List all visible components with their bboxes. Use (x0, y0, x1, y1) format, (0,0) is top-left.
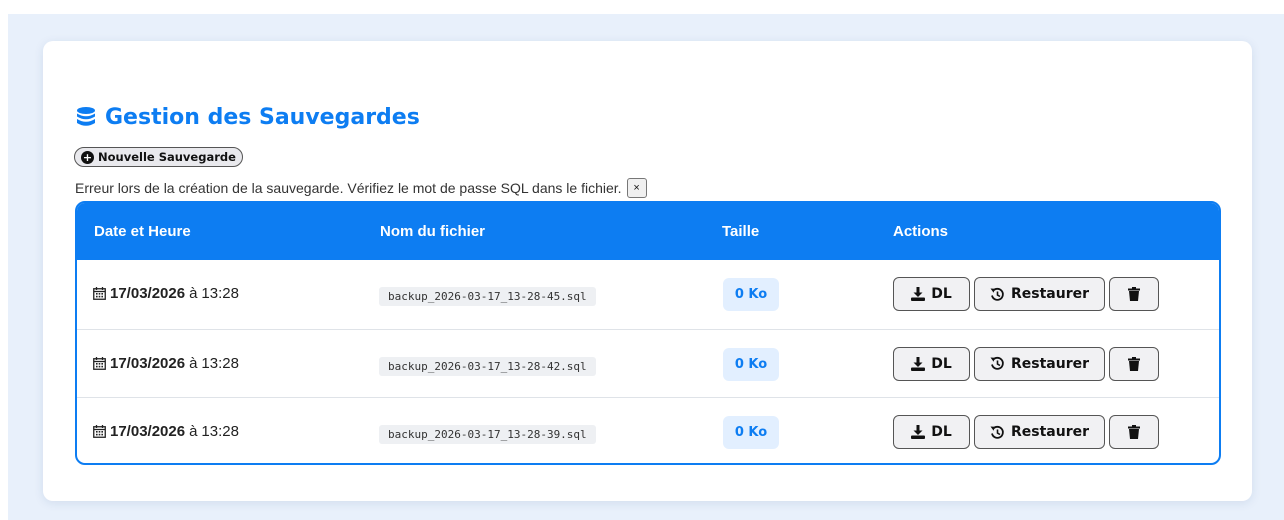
column-header-date: Date et Heure (94, 223, 191, 240)
history-icon (990, 287, 1004, 301)
column-header-actions: Actions (893, 223, 949, 240)
restore-button[interactable]: Restaurer (974, 415, 1105, 449)
backup-date: 17/03/2026 (110, 423, 186, 440)
restore-label: Restaurer (1010, 286, 1090, 302)
backup-date: 17/03/2026 (110, 285, 186, 302)
date-cell: 17/03/2026 à 13:28 (93, 423, 239, 440)
page-title-text: Gestion des Sauvegardes (105, 104, 420, 130)
calendar-icon (93, 425, 106, 438)
date-time-separator: à (189, 354, 198, 372)
restore-label: Restaurer (1010, 424, 1090, 440)
backup-filename: backup_2026-03-17_13-28-45.sql (379, 287, 596, 306)
download-label: DL (931, 355, 952, 372)
date-time-separator: à (189, 285, 198, 302)
backups-table: Date et Heure Nom du fichier Taille Acti… (75, 201, 1221, 465)
trash-icon (1128, 287, 1140, 301)
date-cell: 17/03/2026 à 13:28 (93, 285, 239, 302)
alert-close-button[interactable]: × (626, 178, 647, 198)
restore-label: Restaurer (1010, 355, 1090, 372)
trash-icon (1128, 356, 1140, 371)
download-button[interactable]: DL (893, 415, 970, 449)
restore-button[interactable]: Restaurer (974, 277, 1105, 311)
row-actions: DL Restaurer (893, 277, 1159, 311)
delete-button[interactable] (1109, 346, 1159, 381)
new-backup-button[interactable]: + Nouvelle Sauvegarde (74, 147, 243, 167)
size-badge: 0 Ko (723, 347, 779, 381)
delete-button[interactable] (1109, 415, 1159, 449)
error-alert: Erreur lors de la création de la sauvega… (75, 176, 1221, 200)
restore-button[interactable]: Restaurer (974, 346, 1105, 381)
download-label: DL (931, 286, 952, 302)
backup-date: 17/03/2026 (110, 354, 186, 372)
date-time-separator: à (189, 423, 198, 440)
download-button[interactable]: DL (893, 346, 970, 381)
backup-time: 13:28 (201, 285, 239, 302)
backup-filename: backup_2026-03-17_13-28-39.sql (379, 425, 596, 444)
backup-time: 13:28 (201, 354, 239, 372)
size-badge: 0 Ko (723, 416, 779, 449)
download-icon (911, 356, 926, 371)
trash-icon (1128, 425, 1140, 439)
delete-button[interactable] (1109, 277, 1159, 311)
page-title: Gestion des Sauvegardes (75, 100, 420, 134)
history-icon (990, 425, 1004, 439)
table-row: 17/03/2026 à 13:28 backup_2026-03-17_13-… (77, 397, 1219, 463)
calendar-icon (93, 287, 106, 300)
date-cell: 17/03/2026 à 13:28 (93, 355, 239, 372)
database-icon (77, 107, 95, 126)
download-button[interactable]: DL (893, 277, 970, 311)
backup-filename: backup_2026-03-17_13-28-42.sql (379, 356, 596, 376)
table-row: 17/03/2026 à 13:28 backup_2026-03-17_13-… (77, 260, 1219, 329)
new-backup-label: Nouvelle Sauvegarde (98, 150, 236, 164)
row-actions: DL Restaurer (893, 346, 1159, 381)
column-header-size: Taille (722, 223, 760, 240)
download-icon (911, 425, 926, 439)
calendar-icon (93, 356, 106, 370)
size-badge: 0 Ko (723, 278, 779, 311)
table-header: Date et Heure Nom du fichier Taille Acti… (77, 203, 1219, 260)
backup-time: 13:28 (201, 423, 239, 440)
download-label: DL (931, 424, 952, 440)
row-actions: DL Restaurer (893, 415, 1159, 449)
history-icon (990, 356, 1004, 370)
plus-circle-icon: + (81, 150, 94, 164)
column-header-filename: Nom du fichier (380, 223, 486, 240)
table-row: 17/03/2026 à 13:28 backup_2026-03-17_13-… (77, 328, 1219, 398)
download-icon (911, 287, 926, 301)
alert-message: Erreur lors de la création de la sauvega… (75, 180, 622, 196)
